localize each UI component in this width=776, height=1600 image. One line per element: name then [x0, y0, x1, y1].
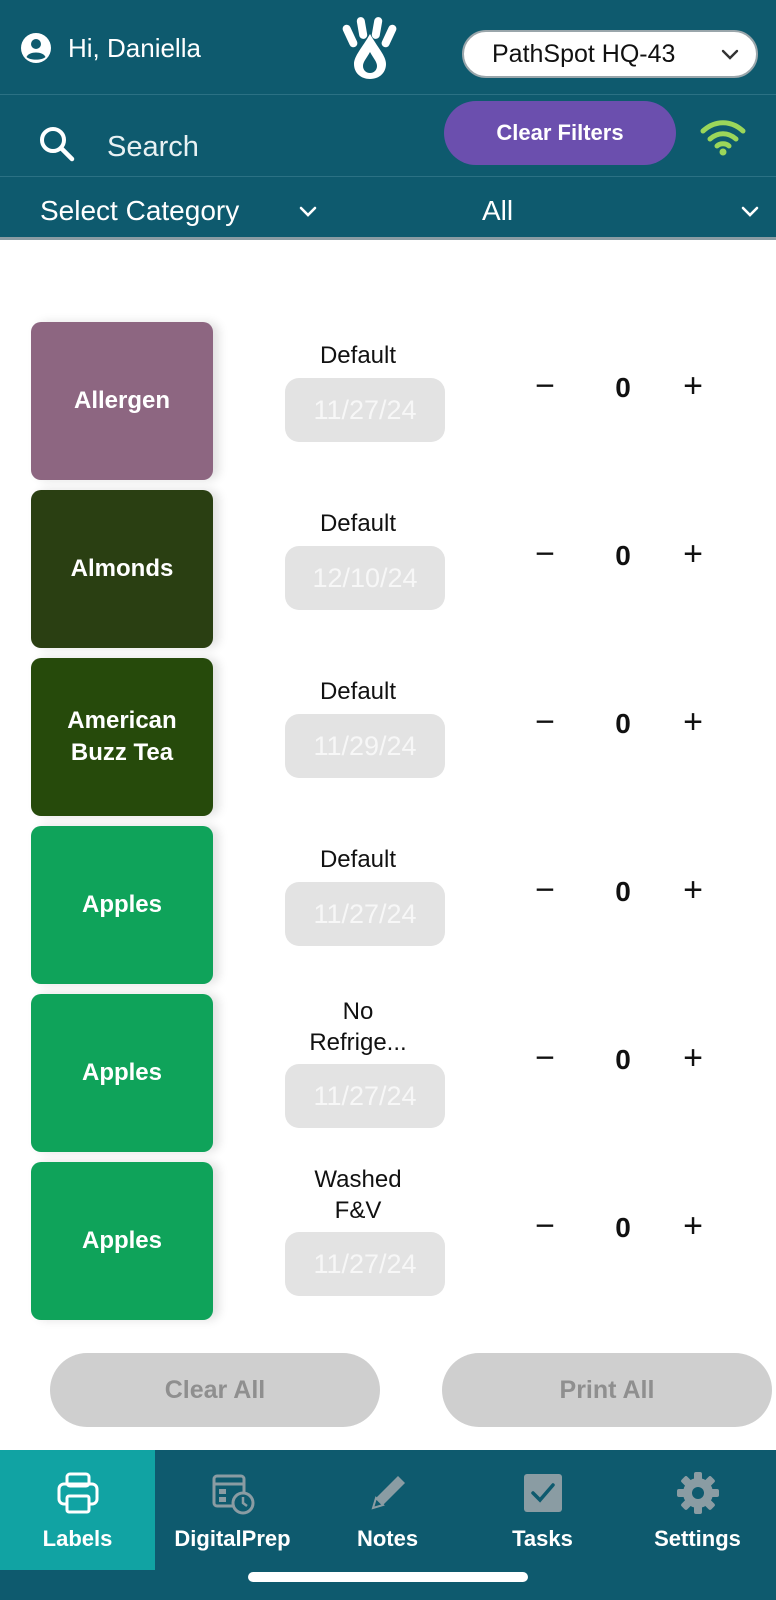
search-icon[interactable] [38, 125, 76, 163]
decrement-button[interactable]: − [525, 870, 565, 910]
increment-button[interactable]: + [673, 1038, 713, 1078]
prep-label: Default [319, 846, 397, 873]
tab-digitalprep[interactable]: DigitalPrep [155, 1450, 310, 1570]
calendar-clock-icon [212, 1474, 254, 1515]
item-tile[interactable]: Apples [31, 826, 213, 984]
clear-filters-button[interactable]: Clear Filters [444, 101, 676, 165]
search-input[interactable]: Search [107, 131, 199, 164]
date-field[interactable]: 11/27/24 [285, 882, 445, 946]
item-tile[interactable]: Apples [31, 994, 213, 1152]
print-all-button[interactable]: Print All [442, 1353, 772, 1427]
location-value: PathSpot HQ-43 [492, 39, 676, 68]
tab-label: Notes [356, 1526, 419, 1551]
item-tile[interactable]: American Buzz Tea [31, 658, 213, 816]
category-bar: Select Category All [0, 176, 776, 240]
quantity-value: 0 [615, 1044, 631, 1075]
wifi-icon [700, 120, 746, 156]
increment-button[interactable]: + [673, 366, 713, 406]
prep-label: Washed F&V [314, 1166, 402, 1224]
prep-label: Default [319, 510, 397, 537]
decrement-button[interactable]: − [525, 702, 565, 742]
list-item: Apples Default 11/27/24 − 0 + [23, 826, 763, 994]
list-item: Allergen Default 11/27/24 − 0 + [23, 322, 763, 490]
date-field[interactable]: 12/10/24 [285, 546, 445, 610]
tab-label: DigitalPrep [174, 1526, 291, 1551]
tab-labels[interactable]: Labels [0, 1450, 155, 1570]
increment-button[interactable]: + [673, 870, 713, 910]
list-item: American Buzz Tea Default 11/29/24 − 0 + [23, 658, 763, 826]
user-greeting[interactable]: Hi, Daniella [20, 32, 201, 64]
user-avatar-icon [21, 33, 51, 63]
decrement-button[interactable]: − [525, 1038, 565, 1078]
list-item: Apples Washed F&V 11/27/24 − 0 + [23, 1162, 763, 1330]
increment-button[interactable]: + [673, 534, 713, 574]
decrement-button[interactable]: − [525, 366, 565, 406]
location-select[interactable]: PathSpot HQ-43 [462, 30, 758, 78]
category-value[interactable]: All [482, 195, 513, 227]
search-bar: Search Clear Filters [0, 94, 776, 176]
chevron-down-icon[interactable] [296, 199, 320, 223]
list-item: Almonds Default 12/10/24 − 0 + [23, 490, 763, 658]
quantity-value: 0 [615, 372, 631, 403]
increment-button[interactable]: + [673, 1206, 713, 1246]
date-field[interactable]: 11/27/24 [285, 1064, 445, 1128]
tab-label: Settings [654, 1526, 741, 1551]
chevron-down-icon[interactable] [738, 199, 762, 223]
checkbox-icon [523, 1474, 562, 1512]
quantity-value: 0 [615, 876, 631, 907]
home-indicator [248, 1572, 528, 1582]
increment-button[interactable]: + [673, 702, 713, 742]
prep-label: Default [319, 678, 397, 705]
item-tile[interactable]: Almonds [31, 490, 213, 648]
list-item: Apples No Refrige... 11/27/24 − 0 + [23, 994, 763, 1162]
item-tile[interactable]: Allergen [31, 322, 213, 480]
tab-notes[interactable]: Notes [310, 1450, 465, 1570]
greeting-text: Hi, Daniella [68, 32, 201, 63]
decrement-button[interactable]: − [525, 1206, 565, 1246]
printer-icon [57, 1472, 98, 1514]
quantity-value: 0 [615, 1212, 631, 1243]
item-tile[interactable]: Apples [31, 1162, 213, 1320]
gear-icon [676, 1472, 719, 1514]
prep-label: No Refrige... [309, 998, 407, 1056]
date-field[interactable]: 11/29/24 [285, 714, 445, 778]
top-bar: Hi, Daniella PathSpot HQ-43 [0, 0, 776, 94]
tab-label: Labels [42, 1526, 113, 1551]
quantity-value: 0 [615, 540, 631, 571]
pathspot-logo-icon [342, 17, 397, 79]
decrement-button[interactable]: − [525, 534, 565, 574]
clear-all-button[interactable]: Clear All [50, 1353, 380, 1427]
date-field[interactable]: 11/27/24 [285, 378, 445, 442]
date-field[interactable]: 11/27/24 [285, 1232, 445, 1296]
tab-settings[interactable]: Settings [620, 1450, 775, 1570]
tab-tasks[interactable]: Tasks [465, 1450, 620, 1570]
tab-label: Tasks [512, 1526, 573, 1551]
pencil-icon [371, 1476, 405, 1510]
quantity-value: 0 [615, 708, 631, 739]
category-select[interactable]: Select Category [40, 195, 239, 227]
prep-label: Default [319, 342, 397, 369]
chevron-down-icon [721, 49, 739, 60]
